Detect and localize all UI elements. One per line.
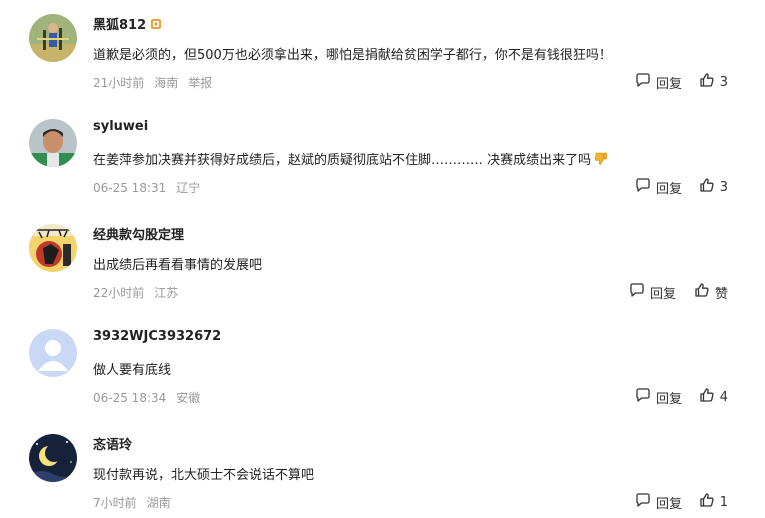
reply-label: 回复 [655, 76, 682, 92]
avatar[interactable] [29, 119, 77, 167]
thumbs-up-icon [699, 492, 720, 512]
reply-icon [629, 282, 650, 302]
report-link[interactable]: 举报 [188, 76, 212, 90]
comment-time: 06-25 18:34 [93, 391, 167, 405]
username[interactable]: syluwei [93, 119, 148, 134]
reply-label: 回复 [655, 391, 682, 407]
comment-item: 忞语玲 现付款再说，北大硕士不会说话不算吧 7小时前 湖南 回复 1 [0, 420, 765, 518]
username-text[interactable]: 经典款勾股定理 [93, 228, 184, 243]
username-text[interactable]: syluwei [93, 119, 148, 134]
comment-text: 在姜萍参加决赛并获得好成绩后，赵斌的质疑彻底站不住脚………… 决赛成绩出来了吗 [93, 149, 607, 168]
thumbs-up-icon [694, 282, 715, 302]
like-button[interactable]: 3 [699, 177, 728, 197]
comment-location: 江苏 [154, 286, 179, 300]
reply-label: 回复 [655, 496, 682, 512]
thumbs-down-emoji-icon [593, 152, 607, 166]
like-label: 赞 [714, 286, 728, 302]
like-button[interactable]: 赞 [694, 282, 728, 302]
avatar[interactable] [29, 14, 77, 62]
comment-item: 经典款勾股定理 出成绩后再看看事情的发展吧 22小时前 江苏 回复 赞 [0, 210, 765, 315]
comment-text: 现付款再说，北大硕士不会说话不算吧 [93, 468, 315, 483]
comment-text-content: 在姜萍参加决赛并获得好成绩后，赵斌的质疑彻底站不住脚………… 决赛成绩出来了吗 [93, 153, 592, 168]
reply-label: 回复 [649, 286, 676, 302]
thumbs-up-icon [699, 72, 720, 92]
comment-item: 3932WJC3932672 做人要有底线 06-25 18:34 安徽 回复 4 [0, 315, 765, 420]
username-text[interactable]: 黑狐812 [93, 18, 146, 33]
reply-button[interactable]: 回复 [635, 387, 682, 407]
like-count: 4 [719, 389, 728, 405]
comment-text: 做人要有底线 [93, 363, 172, 378]
reply-button[interactable]: 回复 [629, 282, 676, 302]
comment-list: 黑狐812 道歉是必须的，但500万也必须拿出来，哪怕是捐献给贫困学子都行，你不… [0, 0, 765, 518]
like-button[interactable]: 4 [699, 387, 728, 407]
comment-location: 海南 [154, 76, 179, 90]
username-text[interactable]: 忞语玲 [93, 438, 132, 453]
like-count: 1 [719, 494, 728, 510]
user-badge-icon [150, 18, 162, 30]
username[interactable]: 黑狐812 [93, 14, 162, 33]
like-button[interactable]: 1 [699, 492, 728, 512]
reply-icon [635, 492, 656, 512]
comment-meta: 06-25 18:31 辽宁 [93, 179, 210, 196]
comment-time: 22小时前 [93, 286, 145, 300]
reply-icon [635, 387, 656, 407]
reply-button[interactable]: 回复 [635, 177, 682, 197]
like-button[interactable]: 3 [699, 72, 728, 92]
thumbs-up-icon [699, 387, 720, 407]
like-count: 3 [719, 179, 728, 195]
avatar[interactable] [29, 329, 77, 377]
comment-time: 06-25 18:31 [93, 181, 167, 195]
username[interactable]: 忞语玲 [93, 434, 132, 453]
comment-text: 出成绩后再看看事情的发展吧 [93, 258, 263, 273]
comment-item: syluwei 在姜萍参加决赛并获得好成绩后，赵斌的质疑彻底站不住脚………… 决… [0, 105, 765, 210]
comment-item: 黑狐812 道歉是必须的，但500万也必须拿出来，哪怕是捐献给贫困学子都行，你不… [0, 0, 765, 105]
comment-text: 道歉是必须的，但500万也必须拿出来，哪怕是捐献给贫困学子都行，你不是有钱很狂吗… [93, 48, 612, 63]
reply-icon [635, 177, 656, 197]
comment-meta: 06-25 18:34 安徽 [93, 389, 210, 406]
comment-location: 辽宁 [176, 181, 201, 195]
comment-time: 7小时前 [93, 496, 137, 510]
reply-button[interactable]: 回复 [635, 492, 682, 512]
comment-location: 湖南 [146, 496, 171, 510]
reply-label: 回复 [655, 181, 682, 197]
avatar[interactable] [29, 224, 77, 272]
comment-meta: 7小时前 湖南 [93, 494, 181, 511]
username[interactable]: 3932WJC3932672 [93, 329, 221, 344]
comment-meta: 22小时前 江苏 [93, 284, 188, 301]
avatar[interactable] [29, 434, 77, 482]
username[interactable]: 经典款勾股定理 [93, 224, 184, 243]
comment-location: 安徽 [176, 391, 201, 405]
thumbs-up-icon [699, 177, 720, 197]
reply-icon [635, 72, 656, 92]
like-count: 3 [719, 74, 728, 90]
comment-meta: 21小时前 海南 举报 [93, 74, 222, 91]
username-text[interactable]: 3932WJC3932672 [93, 329, 221, 344]
reply-button[interactable]: 回复 [635, 72, 682, 92]
comment-time: 21小时前 [93, 76, 145, 90]
